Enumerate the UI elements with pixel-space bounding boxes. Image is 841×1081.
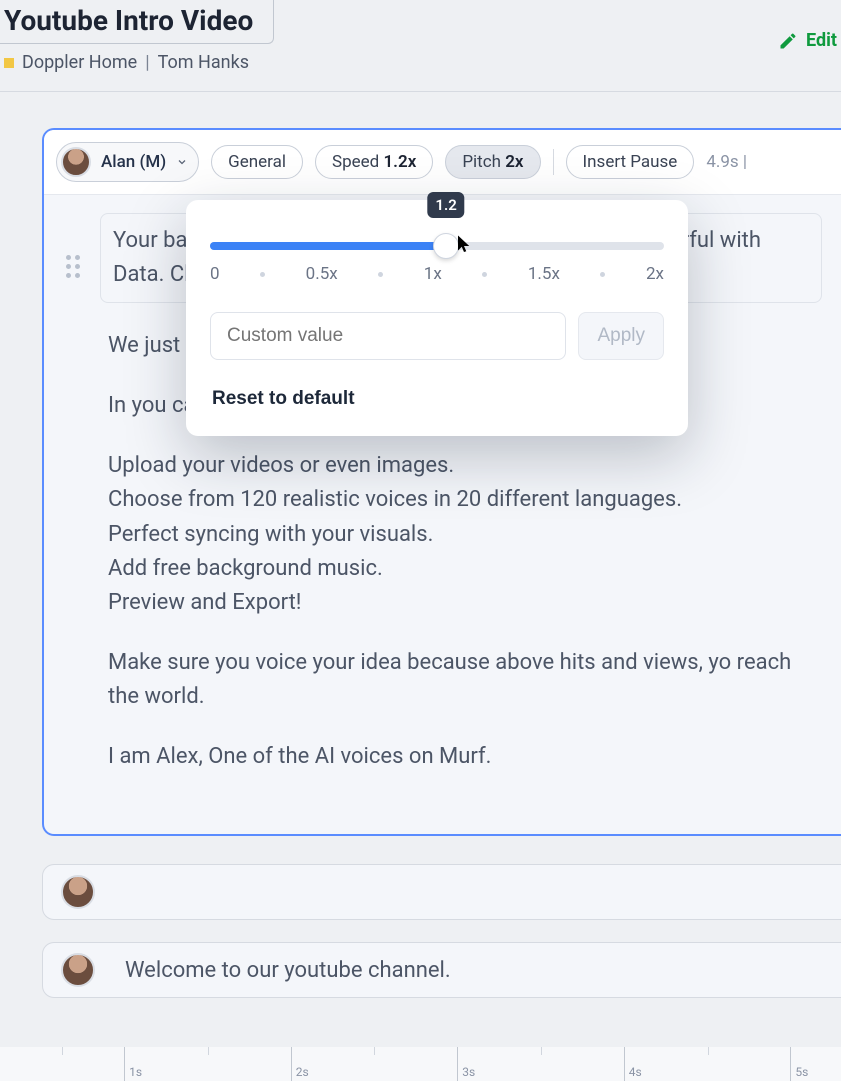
block-3-text[interactable]: Welcome to our youtube channel. [125,958,451,983]
timeline-label: 2s [296,1065,309,1079]
title-container: Youtube Intro Video [0,0,274,44]
slider-ticks: 0 0.5x 1x 1.5x 2x [210,264,664,284]
slider-tooltip: 1.2 [427,192,464,218]
custom-value-input[interactable] [210,312,566,360]
paragraph-5[interactable]: Make sure you voice your idea because ab… [108,646,822,714]
slider-container: 1.2 0 0.5x 1x 1.5x 2x [210,222,664,294]
tick-dot [600,272,605,277]
paragraph-4c[interactable]: Perfect syncing with your visuals. [108,518,822,552]
breadcrumb-workspace[interactable]: Doppler Home [22,52,137,73]
timeline-label: 3s [462,1065,475,1079]
paragraph-4a[interactable]: Upload your videos or even images. [108,449,822,483]
timeline-segment: 1s [124,1047,291,1081]
timeline-segment [0,1047,124,1081]
paragraph-6[interactable]: I am Alex, One of the AI voices on Murf. [108,740,822,774]
timeline-label: 4s [629,1065,642,1079]
timeline-segment: 4s [624,1047,791,1081]
timeline-ruler[interactable]: 1s 2s 3s 4s 5s [0,1047,841,1081]
timeline-segment: 2s [291,1047,458,1081]
breadcrumb-user[interactable]: Tom Hanks [158,52,249,73]
tick-dot [482,272,487,277]
edit-label: Edit [806,30,837,51]
timeline-label: 1s [129,1065,142,1079]
general-chip[interactable]: General [211,145,303,179]
paragraph-4e[interactable]: Preview and Export! [108,586,822,620]
tick-dot [260,272,265,277]
speed-popover: 1.2 0 0.5x 1x 1.5x 2x Apply Reset to def… [186,200,688,436]
drag-handle-icon[interactable] [66,255,80,278]
block-toolbar: Alan (M) General Speed 1.2x Pitch 2x Ins… [44,130,841,195]
breadcrumb-separator: | [145,52,149,73]
custom-value-row: Apply [210,312,664,360]
voice-selector[interactable]: Alan (M) [56,142,199,182]
text-block-2[interactable] [42,864,841,920]
voice-avatar [61,953,95,987]
project-color-marker [4,58,14,68]
header: Youtube Intro Video Doppler Home | Tom H… [0,0,841,91]
edit-button[interactable]: Edit [778,30,841,51]
voice-avatar [61,147,91,177]
cursor-icon [455,232,475,256]
paragraph-4b[interactable]: Choose from 120 realistic voices in 20 d… [108,483,822,517]
paragraph-4d[interactable]: Add free background music. [108,552,822,586]
slider-fill [210,242,446,250]
tick-label: 1.5x [528,264,560,284]
pitch-chip[interactable]: Pitch 2x [445,145,540,179]
apply-button[interactable]: Apply [578,312,664,360]
timeline-segment: 3s [457,1047,624,1081]
tick-label: 0 [210,264,220,284]
voice-name: Alan (M) [101,152,166,172]
chevron-down-icon [176,156,188,168]
timeline-label: 5s [795,1065,808,1079]
tick-label: 0.5x [306,264,338,284]
pencil-icon [778,31,798,51]
reset-button[interactable]: Reset to default [210,384,357,414]
speed-chip[interactable]: Speed 1.2x [315,145,433,179]
slider-track[interactable] [210,242,664,250]
tick-label: 1x [424,264,442,284]
text-block-3[interactable]: Welcome to our youtube channel. [42,942,841,998]
timeline-segment: 5s [790,1047,841,1081]
insert-pause-button[interactable]: Insert Pause [566,145,695,179]
tick-label: 2x [646,264,664,284]
page-title[interactable]: Youtube Intro Video [0,4,261,37]
voice-avatar [61,875,95,909]
breadcrumb: Doppler Home | Tom Hanks [0,44,841,83]
duration-label: 4.9s | [706,152,747,172]
tick-dot [378,272,383,277]
toolbar-divider [553,149,554,175]
